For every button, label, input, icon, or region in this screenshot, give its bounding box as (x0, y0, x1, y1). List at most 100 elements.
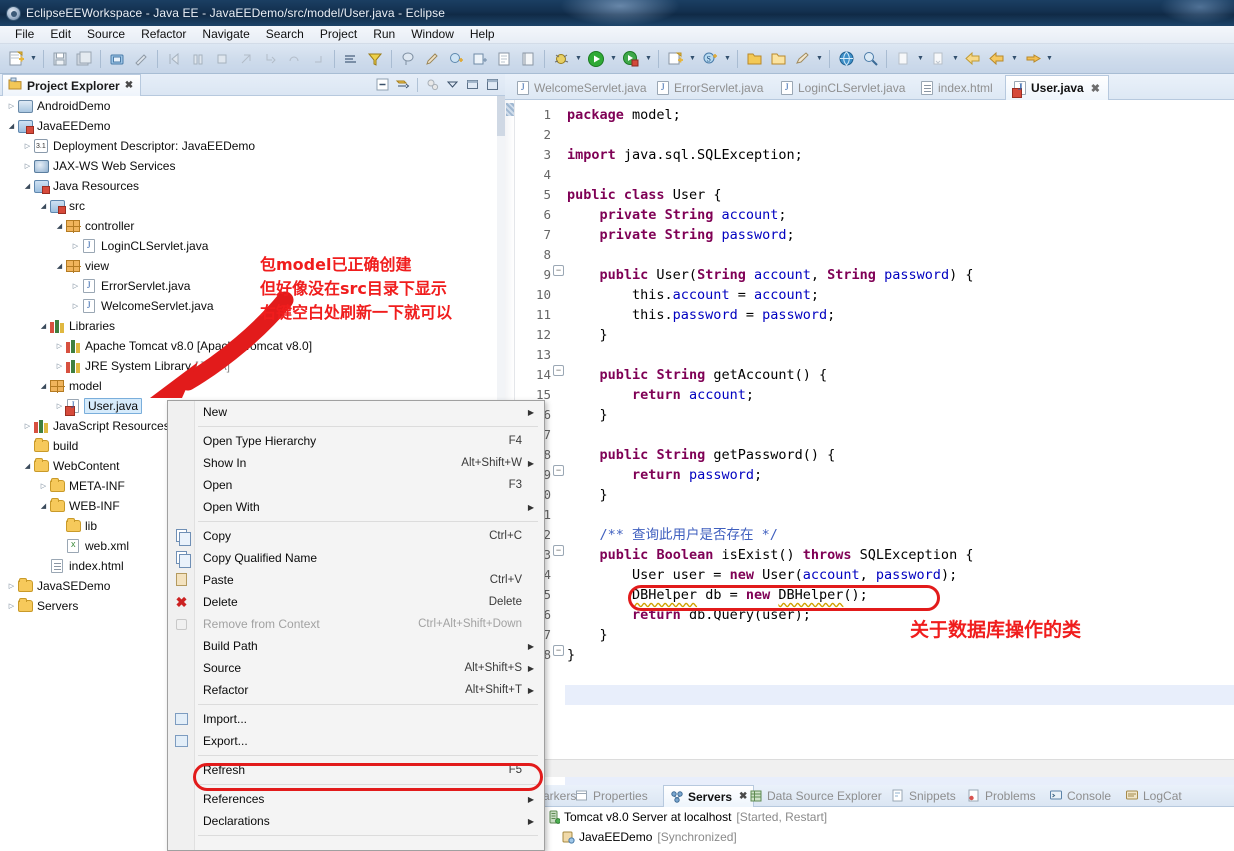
run-ant-icon[interactable] (791, 48, 813, 70)
tree-item[interactable]: ◢ controller (0, 216, 497, 236)
debug-dropdown-icon[interactable]: ▼ (573, 48, 584, 70)
code-line[interactable]: } (567, 485, 974, 505)
code-line[interactable]: } (567, 645, 974, 665)
close-icon[interactable]: ✖ (125, 80, 133, 91)
forward-dropdown-icon[interactable]: ▼ (1044, 48, 1055, 70)
bottom-tab-properties[interactable]: Properties (569, 785, 654, 807)
new-java-project-dropdown-icon[interactable]: ▼ (687, 48, 698, 70)
code-line[interactable]: this.password = password; (567, 305, 974, 325)
menu-item-run[interactable]: Run (365, 26, 403, 43)
open-task-icon[interactable] (340, 48, 362, 70)
bottom-tab-console[interactable]: Console (1043, 785, 1117, 807)
editor-tab-errorservlet-java[interactable]: ErrorServlet.java (649, 76, 771, 100)
tree-twisty-icon[interactable]: ◢ (22, 462, 33, 470)
save-all-icon[interactable] (73, 48, 95, 70)
terminate-icon[interactable] (211, 48, 233, 70)
link-with-editor-icon[interactable] (394, 76, 411, 93)
forward-arrow-icon[interactable] (1021, 48, 1043, 70)
tree-twisty-icon[interactable]: ▷ (70, 282, 81, 290)
new-servlet-icon[interactable]: S (699, 48, 721, 70)
tree-twisty-icon[interactable]: ▷ (38, 482, 49, 490)
code-line[interactable]: public class User { (567, 185, 974, 205)
disconnect-icon[interactable] (235, 48, 257, 70)
tree-item[interactable]: ▷ JAX-WS Web Services (0, 156, 497, 176)
menu-item-navigate[interactable]: Navigate (194, 26, 257, 43)
context-menu-item-refactor[interactable]: Refactor Alt+Shift+T ▶ (168, 679, 544, 701)
save-icon[interactable] (49, 48, 71, 70)
step-return-icon[interactable] (307, 48, 329, 70)
tree-twisty-icon[interactable]: ◢ (38, 382, 49, 390)
source-code[interactable]: package model; import java.sql.SQLExcept… (567, 100, 974, 759)
code-line[interactable]: User user = new User(account, password); (567, 565, 974, 585)
tree-twisty-icon[interactable]: ▷ (54, 362, 65, 370)
resume-icon[interactable] (163, 48, 185, 70)
open-type-icon[interactable] (493, 48, 515, 70)
scrollbar-thumb[interactable] (497, 96, 505, 136)
context-menu-item-copy[interactable]: Copy Ctrl+C (168, 525, 544, 547)
code-line[interactable] (567, 245, 974, 265)
menu-item-window[interactable]: Window (403, 26, 462, 43)
code-line[interactable]: import java.sql.SQLException; (567, 145, 974, 165)
tree-item[interactable]: ◢ Java Resources (0, 176, 497, 196)
code-line[interactable]: package model; (567, 105, 974, 125)
context-menu-item-import[interactable]: Import... (168, 708, 544, 730)
server-row[interactable]: Tomcat v8.0 Server at localhost [Started,… (505, 807, 1234, 827)
minimize-icon[interactable] (464, 76, 481, 93)
context-menu-item-open-with[interactable]: Open With ▶ (168, 496, 544, 518)
code-line[interactable]: private String account; (567, 205, 974, 225)
back-dropdown-icon[interactable]: ▼ (1009, 48, 1020, 70)
last-edit-location-icon[interactable] (892, 48, 914, 70)
open-folder-icon[interactable] (743, 48, 765, 70)
tree-item[interactable]: ◢ JavaEEDemo (0, 116, 497, 136)
tree-item[interactable]: ▷ AndroidDemo (0, 96, 497, 116)
run-dropdown-icon[interactable]: ▼ (608, 48, 619, 70)
next-annotation-icon[interactable] (927, 48, 949, 70)
suspend-icon[interactable] (187, 48, 209, 70)
tree-twisty-icon[interactable]: ▷ (6, 602, 17, 610)
tree-twisty-icon[interactable]: ▷ (22, 162, 33, 170)
server-row[interactable]: JavaEEDemo [Synchronized] (505, 827, 1234, 847)
editor-tab-index-html[interactable]: index.html (913, 76, 1001, 100)
run-icon[interactable] (585, 48, 607, 70)
run-on-server-dropdown-icon[interactable]: ▼ (643, 48, 654, 70)
code-line[interactable]: private String password; (567, 225, 974, 245)
tree-twisty-icon[interactable]: ▷ (54, 342, 65, 350)
code-line[interactable]: public String getPassword() { (567, 445, 974, 465)
context-menu-item-delete[interactable]: ✖ Delete Delete (168, 591, 544, 613)
menu-item-refactor[interactable]: Refactor (133, 26, 194, 43)
editor-tab-loginclservlet-java[interactable]: LoginCLServlet.java (773, 76, 913, 100)
tree-twisty-icon[interactable]: ◢ (54, 262, 65, 270)
tree-item[interactable]: ▷ JRE System Library [JAVA] (0, 356, 497, 376)
context-menu-item-paste[interactable]: Paste Ctrl+V (168, 569, 544, 591)
print-icon[interactable] (106, 48, 128, 70)
tree-item[interactable]: ▷ Apache Tomcat v8.0 [Apache Tomcat v8.0] (0, 336, 497, 356)
web-browser-icon[interactable] (835, 48, 857, 70)
tree-item[interactable]: ◢ model (0, 376, 497, 396)
context-menu-item-copy-qualified-name[interactable]: Copy Qualified Name (168, 547, 544, 569)
new-java-project-icon[interactable] (664, 48, 686, 70)
tree-item[interactable]: ◢ src (0, 196, 497, 216)
fold-marker[interactable]: − (553, 265, 564, 276)
open-resource-icon[interactable] (517, 48, 539, 70)
back-history-icon[interactable] (962, 48, 984, 70)
tree-twisty-icon[interactable]: ◢ (38, 322, 49, 330)
back-arrow-icon[interactable] (986, 48, 1008, 70)
tree-twisty-icon[interactable]: ◢ (38, 202, 49, 210)
bottom-tab-snippets[interactable]: Snippets (885, 785, 962, 807)
maximize-icon[interactable] (484, 76, 501, 93)
menu-item-search[interactable]: Search (258, 26, 312, 43)
tree-twisty-icon[interactable]: ▷ (70, 242, 81, 250)
tab-project-explorer[interactable]: Project Explorer ✖ (2, 74, 142, 96)
context-menu-item-open-type-hierarchy[interactable]: Open Type Hierarchy F4 (168, 430, 544, 452)
code-line[interactable]: } (567, 325, 974, 345)
tree-twisty-icon[interactable]: ▷ (6, 582, 17, 590)
tree-twisty-icon[interactable]: ▷ (22, 142, 33, 150)
code-line[interactable]: return password; (567, 465, 974, 485)
code-line[interactable]: public Boolean isExist() throws SQLExcep… (567, 545, 974, 565)
code-line[interactable]: public User(String account, String passw… (567, 265, 974, 285)
last-edit-dropdown-icon[interactable]: ▼ (915, 48, 926, 70)
fold-marker[interactable]: − (553, 645, 564, 656)
next-annotation-dropdown-icon[interactable]: ▼ (950, 48, 961, 70)
context-menu-item-source[interactable]: Source Alt+Shift+S ▶ (168, 657, 544, 679)
run-ant-dropdown-icon[interactable]: ▼ (814, 48, 825, 70)
